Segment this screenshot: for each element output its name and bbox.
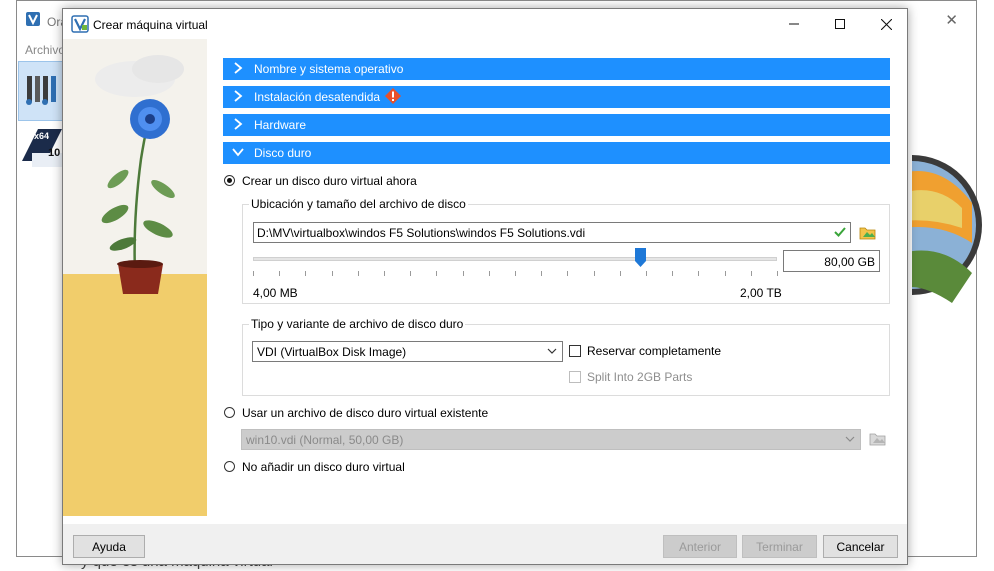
minimize-button[interactable] [771, 9, 817, 39]
warning-icon [385, 88, 401, 104]
slider-tick [436, 271, 438, 276]
section-label: Disco duro [254, 146, 312, 160]
existing-disk-selected: win10.vdi (Normal, 50,00 GB) [246, 433, 404, 447]
dialog-titlebar: Crear máquina virtual [63, 9, 907, 39]
disk-path-value: D:\MV\virtualbox\windos F5 Solutions\win… [257, 226, 586, 240]
section-label: Hardware [254, 118, 307, 132]
dialog-title: Crear máquina virtual [93, 18, 208, 32]
radio-no-disk[interactable] [224, 461, 235, 472]
sidebar-item-tools[interactable] [18, 61, 66, 121]
tools-icon [26, 76, 56, 105]
slider-tick [515, 271, 516, 276]
vm-arch-badge: x64 [34, 131, 50, 141]
disk-size-slider-track[interactable] [253, 257, 777, 261]
slider-tick [488, 271, 490, 276]
chevron-right-icon [234, 62, 243, 74]
slider-tick [750, 271, 752, 276]
radio-existing-disk[interactable] [224, 407, 235, 418]
slider-tick [305, 271, 307, 276]
slider-tick [672, 271, 674, 276]
virtualbox-app-icon [26, 12, 40, 26]
background-close-icon[interactable]: ✕ [945, 11, 958, 29]
minimize-icon [789, 23, 799, 25]
radio-create-disk-label[interactable]: Crear un disco duro virtual ahora [242, 174, 417, 188]
disk-size-slider-ticks [253, 271, 778, 277]
chevron-down-icon [547, 348, 557, 354]
location-size-group-title: Ubicación y tamaño del archivo de disco [249, 197, 468, 211]
preallocate-checkbox[interactable] [569, 345, 581, 357]
close-button[interactable] [863, 9, 909, 39]
slider-tick [331, 271, 333, 276]
split-2gb-checkbox[interactable] [569, 371, 581, 383]
section-hardware[interactable]: Hardware [223, 114, 890, 136]
chevron-right-icon [234, 118, 243, 130]
slider-tick [698, 271, 700, 276]
slider-tick [462, 271, 464, 276]
menu-archivo[interactable]: Archivo [25, 43, 65, 57]
maximize-icon [835, 19, 845, 29]
cancel-button[interactable]: Cancelar [823, 535, 898, 558]
browse-existing-disk-icon[interactable] [869, 431, 887, 447]
virtualbox-icon [71, 15, 89, 33]
disk-size-value: 80,00 GB [824, 255, 875, 269]
disk-size-max-label: 2,00 TB [740, 286, 782, 300]
slider-tick [253, 271, 254, 276]
disk-size-input[interactable]: 80,00 GB [783, 250, 880, 272]
slider-tick [357, 271, 359, 276]
disk-size-min-label: 4,00 MB [253, 286, 298, 300]
help-button[interactable]: Ayuda [73, 535, 145, 558]
browse-folder-icon[interactable] [859, 225, 877, 241]
slider-tick [567, 271, 569, 276]
section-label: Instalación desatendida [254, 90, 381, 104]
slider-tick [541, 271, 543, 276]
section-name-os[interactable]: Nombre y sistema operativo [223, 58, 890, 80]
slider-tick [279, 271, 281, 276]
preallocate-label[interactable]: Reservar completamente [587, 344, 721, 358]
slider-tick [593, 271, 595, 276]
disk-type-select[interactable]: VDI (VirtualBox Disk Image) [252, 341, 563, 362]
slider-tick [410, 271, 412, 276]
slider-tick [777, 271, 778, 276]
wizard-illustration [63, 39, 207, 516]
slider-tick [724, 271, 726, 276]
close-icon [880, 18, 892, 30]
disk-size-slider-thumb[interactable] [635, 248, 647, 267]
section-unattended-install[interactable]: Instalación desatendida [223, 86, 890, 108]
radio-create-disk[interactable] [224, 175, 235, 186]
sidebar-item-vm[interactable]: x64 10 [18, 121, 64, 173]
back-button[interactable]: Anterior [663, 535, 737, 558]
dialog-content: Nombre y sistema operativo Instalación d… [63, 39, 907, 524]
maximize-button[interactable] [817, 9, 863, 39]
create-vm-dialog: Crear máquina virtual Nombre y sistema o… [62, 8, 908, 565]
finish-button[interactable]: Terminar [742, 535, 817, 558]
radio-no-disk-label[interactable]: No añadir un disco duro virtual [242, 460, 405, 474]
disk-path-input[interactable]: D:\MV\virtualbox\windos F5 Solutions\win… [253, 222, 851, 243]
disk-type-selected: VDI (VirtualBox Disk Image) [257, 345, 407, 359]
chevron-down-icon [232, 148, 244, 157]
slider-tick [384, 271, 385, 276]
slider-tick [646, 271, 647, 276]
disk-type-group-title: Tipo y variante de archivo de disco duro [249, 317, 466, 331]
valid-check-icon [834, 227, 846, 237]
split-2gb-label: Split Into 2GB Parts [587, 370, 693, 384]
slider-tick [619, 271, 621, 276]
chevron-right-icon [234, 90, 243, 102]
chevron-down-icon [845, 436, 855, 442]
section-label: Nombre y sistema operativo [254, 62, 404, 76]
vm-version-badge: 10 [48, 147, 61, 159]
background-illustration [912, 133, 982, 318]
radio-existing-disk-label[interactable]: Usar un archivo de disco duro virtual ex… [242, 406, 488, 420]
existing-disk-select[interactable]: win10.vdi (Normal, 50,00 GB) [241, 429, 861, 450]
section-hard-disk[interactable]: Disco duro [223, 142, 890, 164]
